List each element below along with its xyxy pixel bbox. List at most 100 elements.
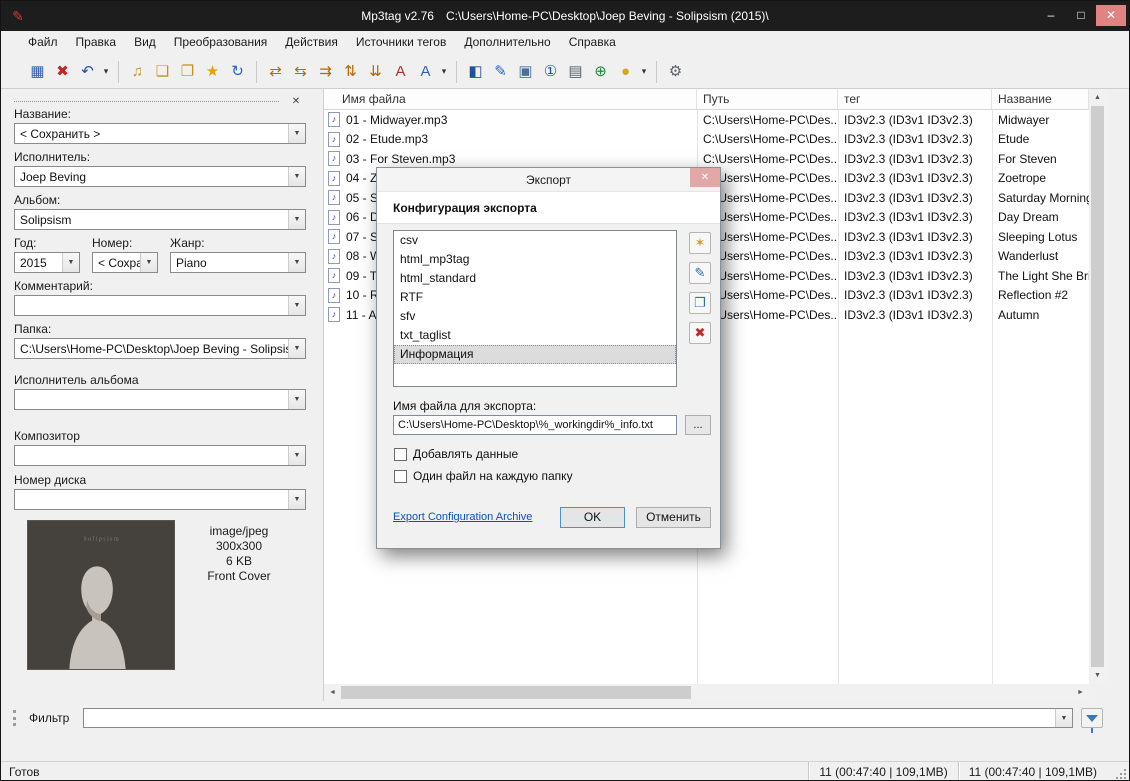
menu-actions[interactable]: Действия (276, 31, 347, 53)
scroll-down-icon[interactable]: ▼ (1089, 667, 1106, 684)
chevron-down-icon[interactable]: ▼ (288, 210, 305, 229)
undo-icon[interactable]: ↶ (75, 59, 100, 84)
resize-grip[interactable] (1124, 777, 1126, 779)
filter-input[interactable] (84, 709, 1055, 727)
table-row[interactable]: ♪01 - Midwayer.mp3C:\Users\Home-PC\Des..… (324, 110, 1089, 130)
album-artist-combobox[interactable]: ▼ (14, 389, 306, 410)
playlist-icon[interactable]: ♫ (125, 59, 150, 84)
filter-grip[interactable] (13, 710, 17, 726)
menu-view[interactable]: Вид (125, 31, 165, 53)
scroll-up-icon[interactable]: ▲ (1089, 89, 1106, 106)
chevron-down-icon[interactable]: ▼ (288, 124, 305, 143)
horizontal-scrollbar[interactable]: ◄ ► (324, 684, 1089, 701)
remove-tag-icon[interactable]: ✖ (50, 59, 75, 84)
copy-config-button[interactable]: ❐ (689, 292, 711, 314)
track-combobox[interactable]: < Сохра ▼ (92, 252, 158, 273)
convert-textfile-tag-icon[interactable]: ⇅ (338, 59, 363, 84)
convert-filename-tag-icon[interactable]: ⇆ (288, 59, 313, 84)
tag-panel-grip[interactable] (14, 101, 279, 102)
actions-menu-icon[interactable]: ▾ (438, 59, 450, 84)
directory-combobox[interactable]: C:\Users\Home-PC\Desktop\Joep Beving - S… (14, 338, 306, 359)
quick-actions-icon[interactable]: A (413, 59, 438, 84)
paste-icon[interactable]: ❐ (175, 59, 200, 84)
close-button[interactable]: ✕ (1096, 5, 1126, 26)
horizontal-scrollbar-thumb[interactable] (341, 686, 691, 699)
title-combobox[interactable]: < Сохранить > ▼ (14, 123, 306, 144)
dialog-title-bar[interactable]: Экспорт ✕ (377, 168, 720, 192)
save-icon[interactable]: ▦ (25, 59, 50, 84)
menu-file[interactable]: Файл (19, 31, 67, 53)
chevron-down-icon[interactable]: ▼ (288, 446, 305, 465)
chevron-down-icon[interactable]: ▼ (288, 296, 305, 315)
web-icon[interactable]: ⊕ (588, 59, 613, 84)
album-combobox[interactable]: Solipsism ▼ (14, 209, 306, 230)
copy-icon[interactable]: ❏ (150, 59, 175, 84)
chevron-down-icon[interactable]: ▼ (140, 253, 157, 272)
edit-config-button[interactable]: ✎ (689, 262, 711, 284)
disc-number-combobox[interactable]: ▼ (14, 489, 306, 510)
column-header-filename[interactable]: Имя файла (324, 89, 697, 109)
delete-config-button[interactable]: ✖ (689, 322, 711, 344)
column-header-title[interactable]: Название (992, 89, 1089, 109)
export-icon[interactable]: ▤ (563, 59, 588, 84)
export-config-item[interactable]: sfv (394, 307, 676, 326)
cancel-button[interactable]: Отменить (636, 507, 711, 528)
convert-tag-tag-icon[interactable]: ⇊ (363, 59, 388, 84)
export-config-item[interactable]: txt_taglist (394, 326, 676, 345)
scroll-right-icon[interactable]: ► (1072, 684, 1089, 701)
append-data-checkbox[interactable]: Добавлять данные (394, 447, 518, 461)
genre-combobox[interactable]: Piano ▼ (170, 252, 306, 273)
export-config-item[interactable]: csv (394, 231, 676, 250)
export-config-item[interactable]: html_mp3tag (394, 250, 676, 269)
year-combobox[interactable]: 2015 ▼ (14, 252, 80, 273)
vertical-scrollbar-thumb[interactable] (1091, 106, 1104, 667)
vertical-scrollbar[interactable]: ▲ ▼ (1089, 89, 1106, 684)
export-filename-input[interactable] (393, 415, 677, 435)
chevron-down-icon[interactable]: ▼ (288, 339, 305, 358)
chevron-down-icon[interactable]: ▼ (288, 167, 305, 186)
export-config-item[interactable]: Информация (394, 345, 676, 364)
export-config-item[interactable]: RTF (394, 288, 676, 307)
convert-filename-filename-icon[interactable]: ⇉ (313, 59, 338, 84)
chevron-down-icon[interactable]: ▼ (62, 253, 79, 272)
ok-button[interactable]: OK (560, 507, 625, 528)
filter-apply-button[interactable] (1081, 708, 1103, 728)
browse-button[interactable]: ... (685, 415, 711, 435)
scroll-left-icon[interactable]: ◄ (324, 684, 341, 701)
tag-sources-menu-icon[interactable]: ▾ (638, 59, 650, 84)
refresh-icon[interactable]: ↻ (225, 59, 250, 84)
convert-tag-filename-icon[interactable]: ⇄ (263, 59, 288, 84)
filter-combobox[interactable]: ▼ (83, 708, 1073, 728)
comment-combobox[interactable]: ▼ (14, 295, 306, 316)
new-config-button[interactable]: ✶ (689, 232, 711, 254)
tag-panel-icon[interactable]: ◧ (463, 59, 488, 84)
export-config-item[interactable]: html_standard (394, 269, 676, 288)
column-header-path[interactable]: Путь (697, 89, 838, 109)
chevron-down-icon[interactable]: ▼ (288, 490, 305, 509)
chevron-down-icon[interactable]: ▼ (288, 390, 305, 409)
menu-convert[interactable]: Преобразования (165, 31, 277, 53)
undo-menu-icon[interactable]: ▾ (100, 59, 112, 84)
autonumbering-icon[interactable]: ① (538, 59, 563, 84)
actions-icon[interactable]: A (388, 59, 413, 84)
table-row[interactable]: ♪03 - For Steven.mp3C:\Users\Home-PC\Des… (324, 149, 1089, 169)
album-cover-icon[interactable]: ▣ (513, 59, 538, 84)
table-row[interactable]: ♪02 - Etude.mp3C:\Users\Home-PC\Des...ID… (324, 130, 1089, 150)
export-config-archive-link[interactable]: Export Configuration Archive (393, 511, 532, 523)
chevron-down-icon[interactable]: ▼ (288, 253, 305, 272)
artist-combobox[interactable]: Joep Beving ▼ (14, 166, 306, 187)
album-cover-image[interactable]: S o l i p s i s m (27, 520, 175, 670)
menu-help[interactable]: Справка (560, 31, 625, 53)
options-icon[interactable]: ⚙ (663, 59, 688, 84)
tag-sources-icon[interactable]: ● (613, 59, 638, 84)
column-header-tag[interactable]: тег (838, 89, 992, 109)
minimize-button[interactable]: – (1036, 5, 1066, 26)
dialog-close-button[interactable]: ✕ (690, 168, 720, 187)
composer-combobox[interactable]: ▼ (14, 445, 306, 466)
extended-tags-icon[interactable]: ✎ (488, 59, 513, 84)
maximize-button[interactable]: □ (1066, 5, 1096, 26)
tag-panel-close-icon[interactable]: ✕ (289, 95, 303, 109)
favorites-icon[interactable]: ★ (200, 59, 225, 84)
one-file-per-folder-checkbox[interactable]: Один файл на каждую папку (394, 469, 573, 483)
chevron-down-icon[interactable]: ▼ (1055, 709, 1072, 727)
